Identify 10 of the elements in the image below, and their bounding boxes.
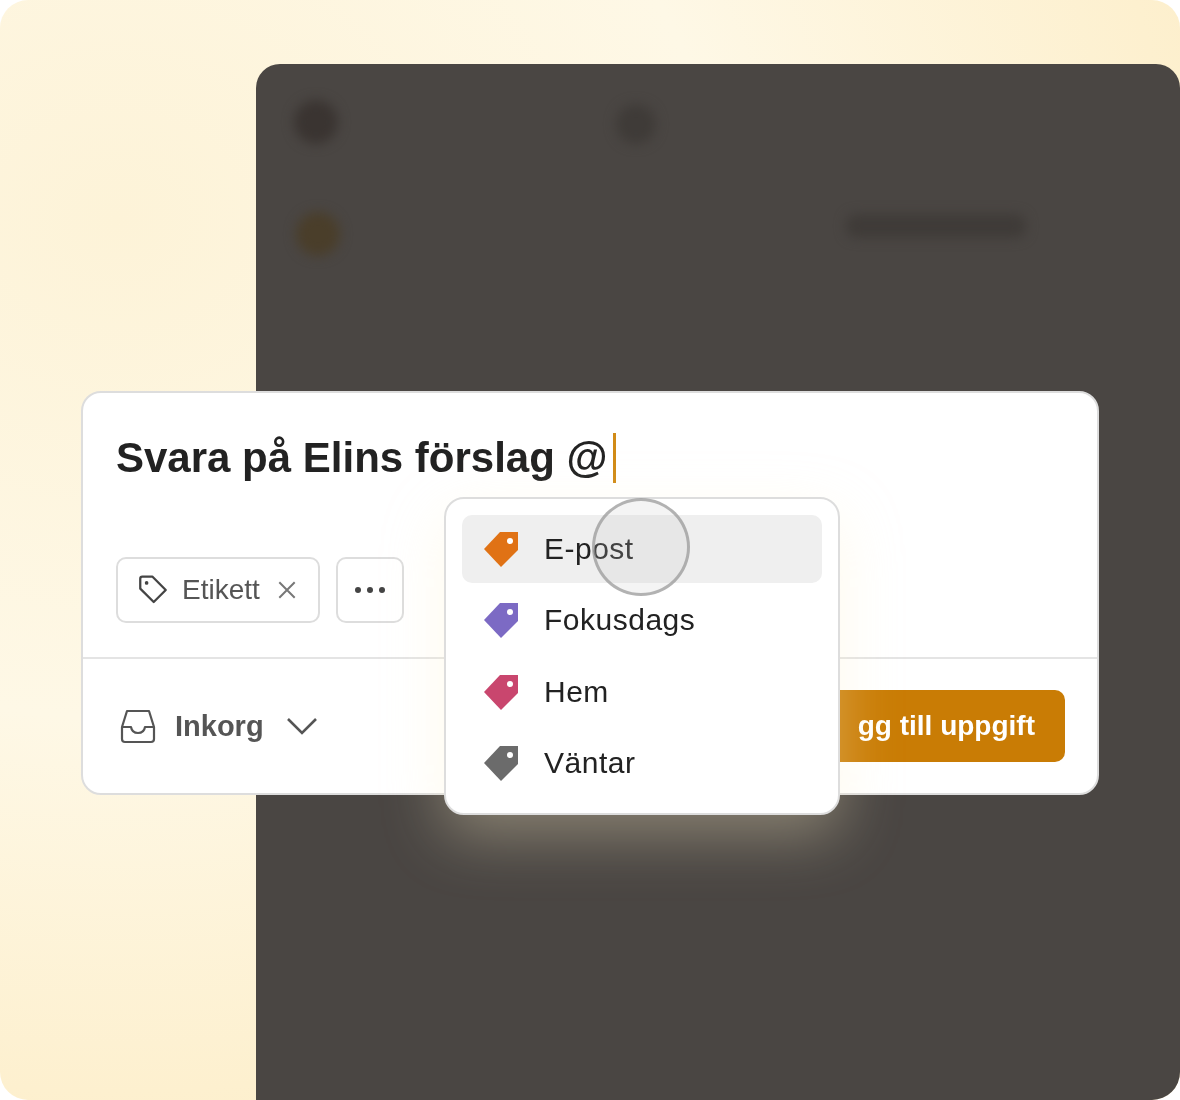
label-chip[interactable]: Etikett: [116, 557, 320, 623]
text-caret: [613, 433, 617, 483]
label-menu-item[interactable]: E-post: [462, 515, 822, 583]
task-title-input[interactable]: Svara på Elins förslag @: [116, 434, 608, 482]
more-button[interactable]: [335, 557, 404, 623]
chevron-down-icon: [285, 716, 318, 736]
more-icon: [353, 586, 386, 594]
label-menu-item[interactable]: Fokusdags: [462, 586, 822, 654]
project-selector[interactable]: Inkorg: [119, 707, 318, 745]
inbox-icon: [119, 707, 157, 745]
